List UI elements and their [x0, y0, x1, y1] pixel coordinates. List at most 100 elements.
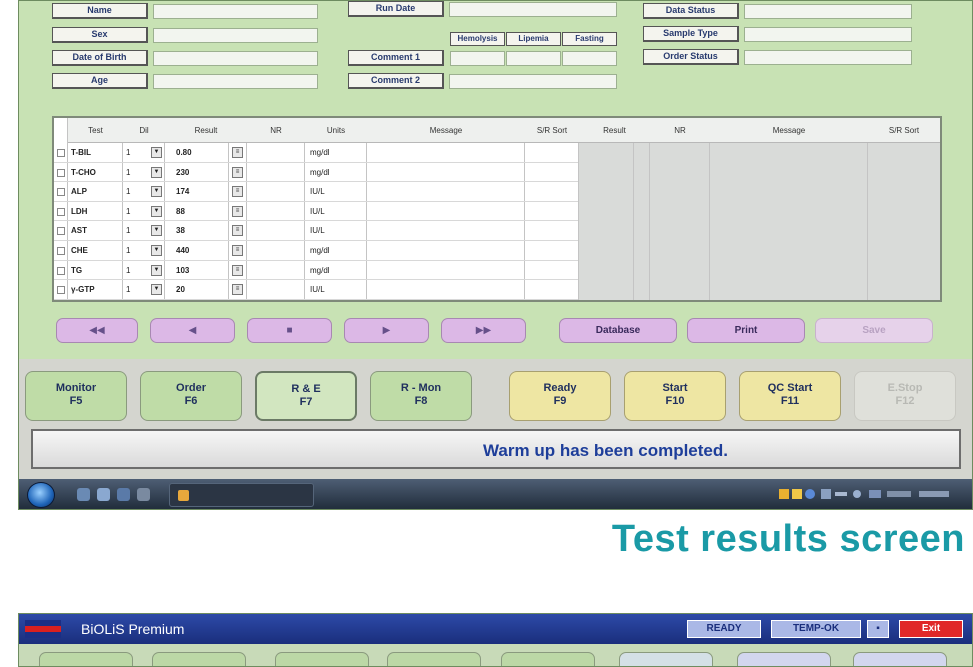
- age-field[interactable]: [153, 74, 318, 89]
- fasting-field[interactable]: [562, 51, 617, 66]
- row-checkbox[interactable]: [57, 247, 65, 255]
- dilution-dropdown-icon[interactable]: ▼: [151, 147, 162, 158]
- result-cell[interactable]: 20: [176, 280, 185, 299]
- column-header[interactable]: NR: [247, 118, 305, 143]
- quicklaunch-icon[interactable]: [97, 488, 110, 501]
- result-cell[interactable]: 174: [176, 182, 189, 201]
- result-cell[interactable]: 0.80: [176, 143, 192, 162]
- r-mon-button[interactable]: R - Mon F8: [370, 371, 472, 421]
- previous-record-button[interactable]: ◀: [150, 318, 235, 343]
- result-cell[interactable]: 440: [176, 241, 189, 260]
- nav-button[interactable]: [853, 652, 947, 666]
- result-cell[interactable]: 38: [176, 221, 185, 240]
- quicklaunch-icon[interactable]: [117, 488, 130, 501]
- table-row[interactable]: CHE 1 ▼ 440 ≡ mg/dl: [54, 241, 578, 261]
- table-row[interactable]: ALP 1 ▼ 174 ≡ IU/L: [54, 182, 578, 202]
- nav-button[interactable]: [39, 652, 133, 666]
- monitor-button[interactable]: Monitor F5: [25, 371, 127, 421]
- column-header[interactable]: S/R Sort: [868, 118, 940, 143]
- dilution-dropdown-icon[interactable]: ▼: [151, 166, 162, 178]
- comment2-field[interactable]: [449, 74, 617, 89]
- result-cell[interactable]: 103: [176, 261, 189, 280]
- table-row[interactable]: T-CHO 1 ▼ 230 ≡ mg/dl: [54, 163, 578, 183]
- column-header[interactable]: Units: [305, 118, 367, 143]
- table-row[interactable]: LDH 1 ▼ 88 ≡ IU/L: [54, 202, 578, 222]
- qc-start-button[interactable]: QC Start F11: [739, 371, 841, 421]
- e-stop-button[interactable]: E.Stop F12: [854, 371, 956, 421]
- order-button[interactable]: Order F6: [140, 371, 242, 421]
- dilution-cell[interactable]: 1: [126, 163, 130, 182]
- save-button[interactable]: Save: [815, 318, 933, 343]
- print-button[interactable]: Print: [687, 318, 805, 343]
- nav-button[interactable]: [387, 652, 481, 666]
- sex-field[interactable]: [153, 28, 318, 43]
- row-checkbox[interactable]: [57, 286, 65, 295]
- column-header[interactable]: Dil: [123, 118, 165, 143]
- dilution-cell[interactable]: 1: [126, 241, 130, 260]
- column-header[interactable]: Message: [710, 118, 868, 143]
- result-flag-icon[interactable]: ≡: [232, 166, 243, 178]
- row-checkbox[interactable]: [57, 207, 65, 216]
- nav-button[interactable]: [152, 652, 246, 666]
- column-header[interactable]: Message: [367, 118, 525, 143]
- result-flag-icon[interactable]: ≡: [232, 245, 243, 256]
- result-cell[interactable]: 88: [176, 202, 185, 221]
- exit-button[interactable]: Exit: [899, 620, 963, 638]
- quicklaunch-icon[interactable]: [137, 488, 150, 501]
- dilution-cell[interactable]: 1: [126, 280, 130, 299]
- r-and-e-button[interactable]: R & E F7: [255, 371, 357, 421]
- table-row[interactable]: γ-GTP 1 ▼ 20 ≡ IU/L: [54, 280, 578, 300]
- column-header[interactable]: S/R Sort: [525, 118, 579, 143]
- nav-button[interactable]: [619, 652, 713, 666]
- row-checkbox[interactable]: [57, 227, 65, 236]
- result-flag-icon[interactable]: ≡: [232, 147, 243, 158]
- name-field[interactable]: [153, 4, 318, 19]
- dob-field[interactable]: [153, 51, 318, 66]
- dilution-dropdown-icon[interactable]: ▼: [151, 225, 162, 237]
- stop-button[interactable]: ■: [247, 318, 332, 343]
- dilution-dropdown-icon[interactable]: ▼: [151, 245, 162, 256]
- next-record-button[interactable]: ▶: [344, 318, 429, 343]
- start-button[interactable]: Start F10: [624, 371, 726, 421]
- hemolysis-field[interactable]: [450, 51, 505, 66]
- table-row[interactable]: TG 1 ▼ 103 ≡ mg/dl: [54, 261, 578, 281]
- dilution-dropdown-icon[interactable]: ▼: [151, 284, 162, 296]
- table-row[interactable]: T-BIL 1 ▼ 0.80 ≡ mg/dl: [54, 143, 578, 163]
- row-checkbox[interactable]: [57, 149, 65, 157]
- start-button-icon[interactable]: [27, 482, 55, 508]
- dilution-dropdown-icon[interactable]: ▼: [151, 264, 162, 276]
- dilution-dropdown-icon[interactable]: ▼: [151, 186, 162, 198]
- sample-type-field[interactable]: [744, 27, 912, 42]
- nav-button[interactable]: [501, 652, 595, 666]
- dilution-cell[interactable]: 1: [126, 221, 130, 240]
- taskbar-app-button[interactable]: [169, 483, 314, 507]
- column-header[interactable]: Test: [68, 118, 123, 143]
- table-row[interactable]: AST 1 ▼ 38 ≡ IU/L: [54, 221, 578, 241]
- system-tray-icons[interactable]: [779, 488, 959, 501]
- result-flag-icon[interactable]: ≡: [232, 225, 243, 237]
- dilution-cell[interactable]: 1: [126, 261, 130, 280]
- result-flag-icon[interactable]: ≡: [232, 186, 243, 198]
- nav-button[interactable]: [275, 652, 369, 666]
- database-button[interactable]: Database: [559, 318, 677, 343]
- first-record-button[interactable]: ◀◀: [56, 318, 138, 343]
- column-header[interactable]: Result: [165, 118, 247, 143]
- result-cell[interactable]: 230: [176, 163, 189, 182]
- dilution-cell[interactable]: 1: [126, 202, 130, 221]
- row-checkbox[interactable]: [57, 266, 65, 275]
- column-header[interactable]: Result: [579, 118, 650, 143]
- lipemia-field[interactable]: [506, 51, 561, 66]
- run-date-field[interactable]: [449, 2, 617, 17]
- row-checkbox[interactable]: [57, 188, 65, 197]
- row-checkbox[interactable]: [57, 168, 65, 177]
- result-flag-icon[interactable]: ≡: [232, 205, 243, 217]
- dilution-dropdown-icon[interactable]: ▼: [151, 205, 162, 217]
- nav-button[interactable]: [737, 652, 831, 666]
- ready-button[interactable]: Ready F9: [509, 371, 611, 421]
- last-record-button[interactable]: ▶▶: [441, 318, 526, 343]
- quicklaunch-icon[interactable]: [77, 488, 90, 501]
- result-flag-icon[interactable]: ≡: [232, 264, 243, 276]
- result-flag-icon[interactable]: ≡: [232, 284, 243, 296]
- dilution-cell[interactable]: 1: [126, 182, 130, 201]
- dilution-cell[interactable]: 1: [126, 143, 130, 162]
